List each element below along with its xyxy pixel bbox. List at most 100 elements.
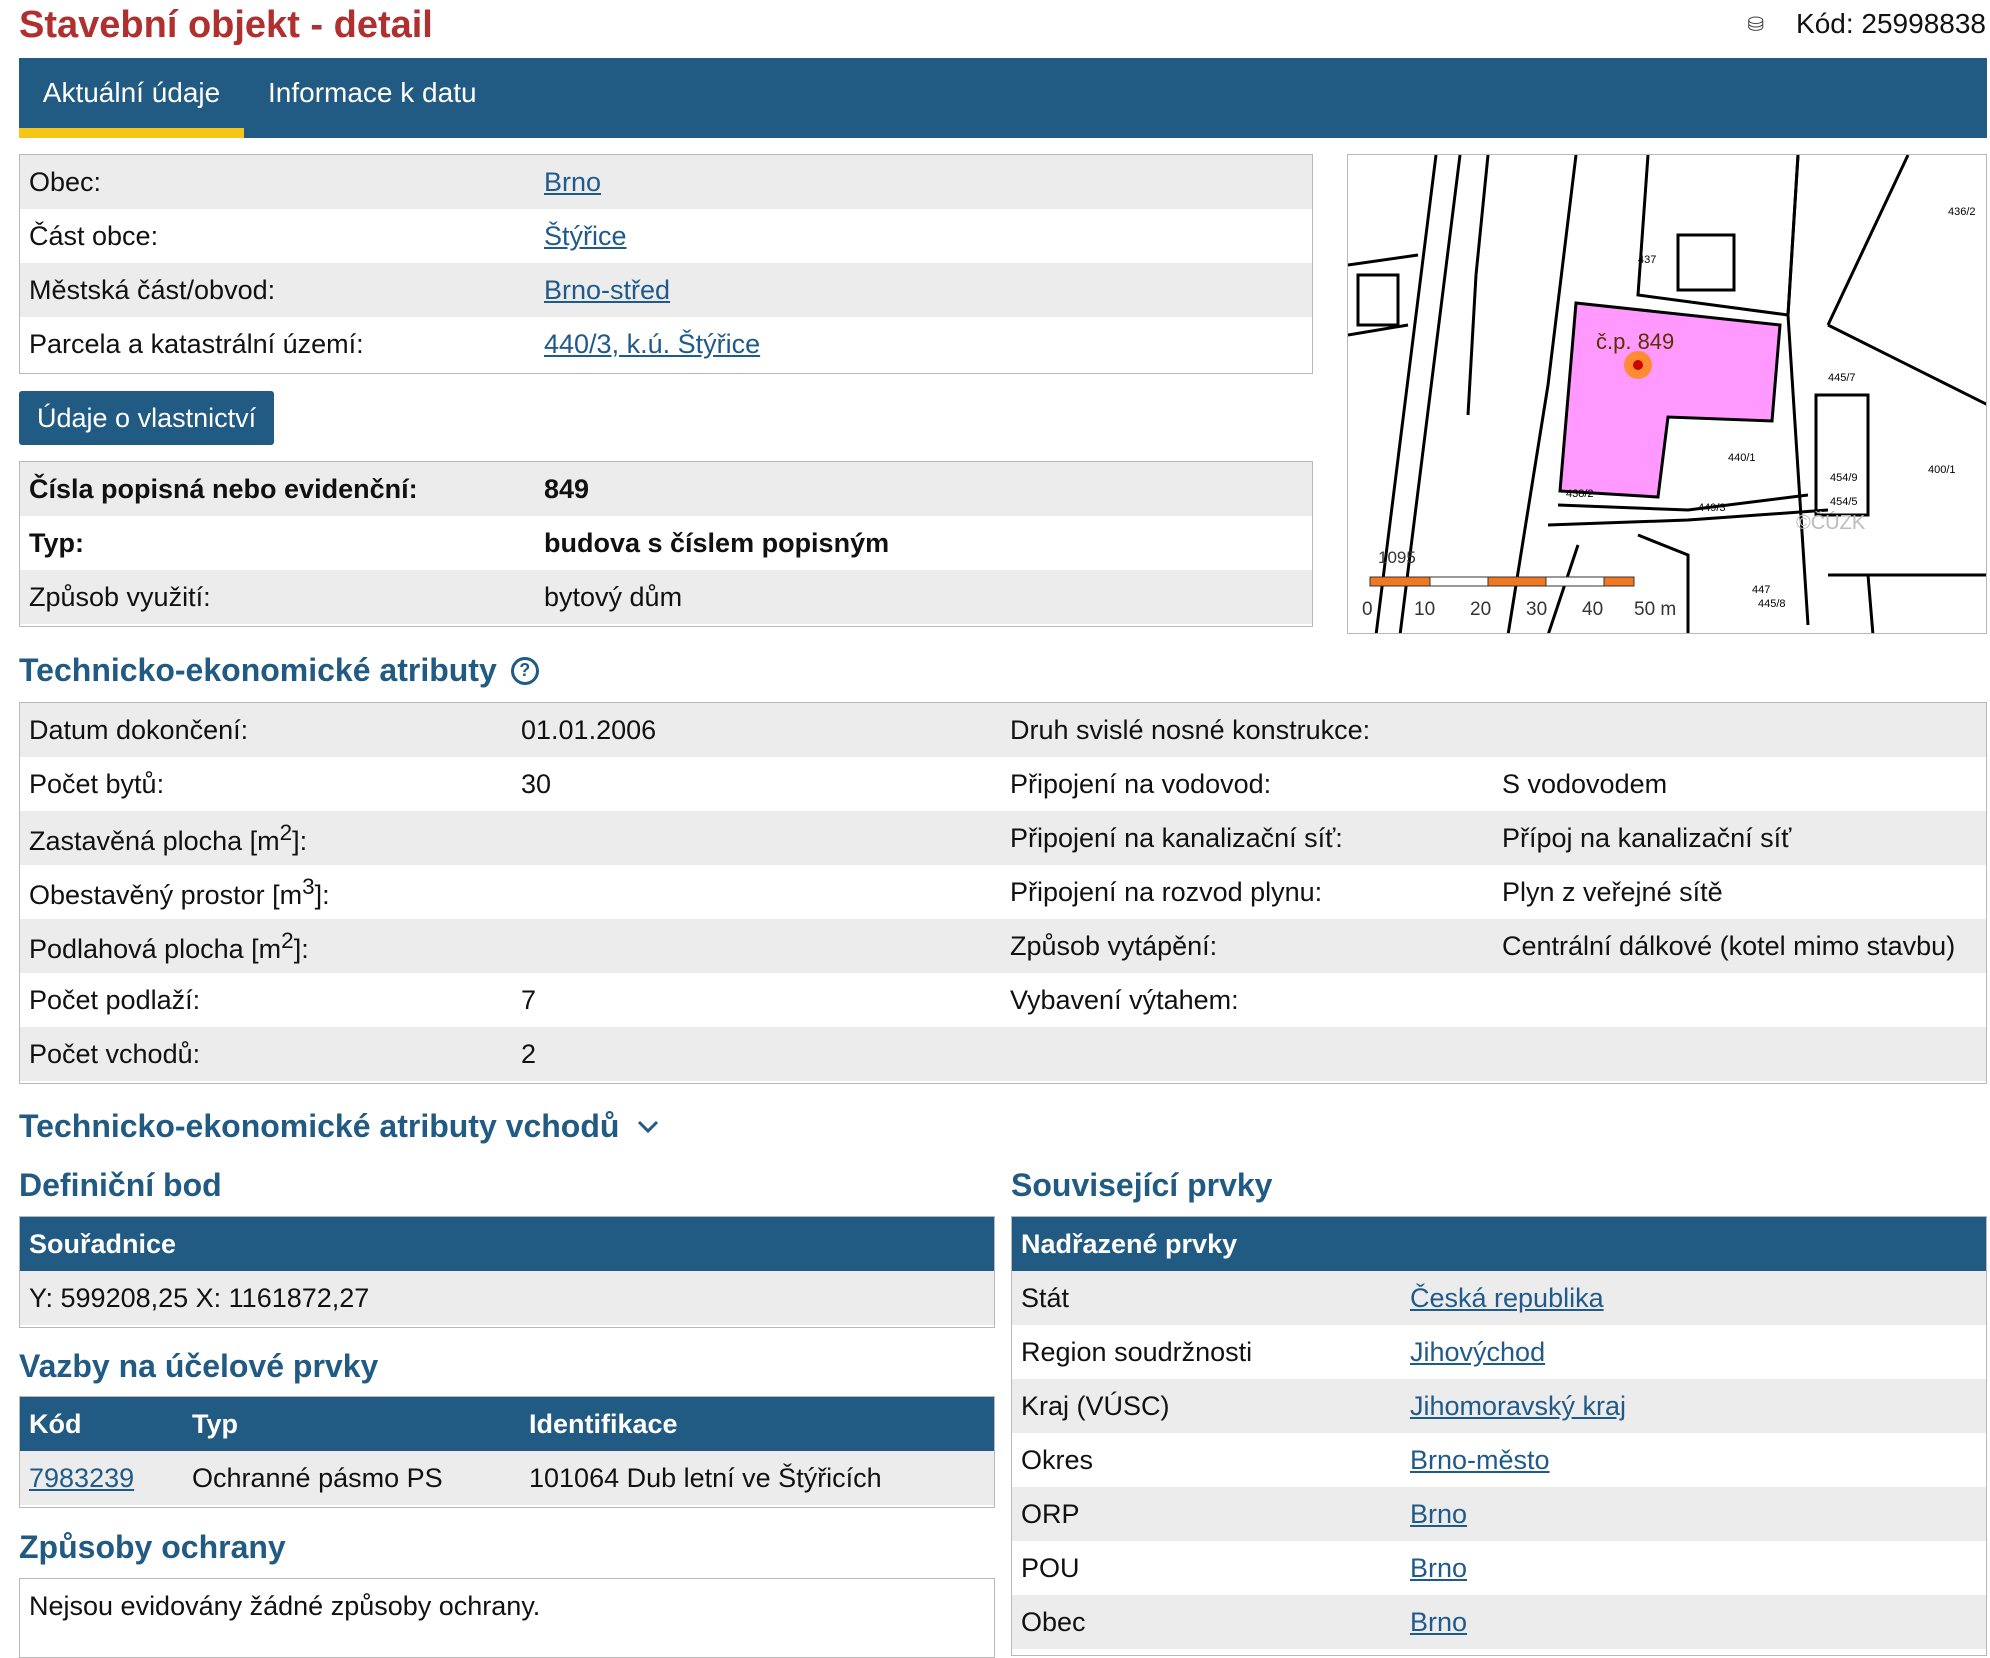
parent-elements-header: Nadřazené prvky [1021,1229,1238,1259]
table-row: Datum dokončení: 01.01.2006 Druh svislé … [20,703,1986,757]
map-line [1866,574,1875,633]
tech-entrances-title: Technicko-ekonomické atributy vchodů [19,1108,620,1144]
tech-title-text: Technicko-ekonomické atributy [19,652,497,688]
attr-label: Připojení na rozvod plynu: [1010,876,1323,907]
cadastral-map[interactable]: č.p. 849 437 454/9 454/5 440/1 438/2 449… [1347,154,1987,634]
parcel-label: 438/2 [1566,488,1594,500]
table-row: Parcela a katastrální území: 440/3, k.ú.… [20,317,1312,371]
map-line [1474,155,1490,276]
link-obec[interactable]: Brno [544,167,601,198]
table-row: ORP Brno [1012,1487,1986,1541]
col-header-type: Typ [192,1409,238,1439]
related-label: ORP [1021,1498,1080,1529]
object-code: ⛁ Kód: 25998838 [1747,8,1986,40]
parcel-label: 445/7 [1828,372,1856,384]
attr-label: Druh svislé nosné konstrukce: [1010,714,1371,745]
vazby-title: Vazby na účelové prvky [19,1348,379,1384]
attr-value: 30 [521,768,552,799]
link-kraj[interactable]: Jihomoravský kraj [1410,1391,1626,1422]
zpusoby-ochrany-box: Nejsou evidovány žádné způsoby ochrany. [19,1578,995,1658]
table-row: Nejsou evidovány žádné způsoby ochrany. [20,1579,994,1633]
table-row: Podlahová plocha [m2]: Způsob vytápění: … [20,919,1986,973]
location-label: Parcela a katastrální území: [29,328,364,359]
attr-label: Připojení na vodovod: [1010,768,1272,799]
parcel-label: 454/9 [1830,472,1858,484]
attr-value: 7 [521,984,537,1015]
attr-value: Plyn z veřejné sítě [1502,876,1723,907]
vazba-type: Ochranné pásmo PS [192,1462,443,1493]
link-okres[interactable]: Brno-město [1410,1445,1550,1476]
link-region[interactable]: Jihovýchod [1410,1337,1545,1368]
col-header-ident: Identifikace [529,1409,678,1439]
identity-value: 849 [544,473,590,504]
zpusoby-ochrany-value: Nejsou evidovány žádné způsoby ochrany. [29,1590,541,1621]
definition-point-title: Definiční bod [19,1167,222,1203]
parcel-label: 400/1 [1928,464,1956,476]
related-elements-table: Nadřazené prvky Stát Česká republika Reg… [1011,1216,1987,1656]
table-header: Kód Typ Identifikace [20,1397,994,1451]
attr-label: Připojení na kanalizační síť: [1010,822,1343,853]
related-label: Stát [1021,1282,1070,1313]
vazby-table: Kód Typ Identifikace 7983239 Ochranné pá… [19,1396,995,1508]
help-icon[interactable]: ? [510,656,539,685]
attr-value: 01.01.2006 [521,714,657,745]
attr-label-zastavena: Zastavěná plocha [m2]: [29,819,308,856]
table-header: Nadřazené prvky [1012,1217,1986,1271]
link-vazba-code[interactable]: 7983239 [29,1463,134,1494]
table-row: Stát Česká republika [1012,1271,1986,1325]
parcel-label: 445/8 [1758,598,1786,610]
table-row: Městská část/obvod: Brno-střed [20,263,1312,317]
tech-entrances-toggle[interactable]: Technicko-ekonomické atributy vchodů [19,1108,659,1145]
ownership-button[interactable]: Údaje o vlastnictví [19,391,275,445]
table-row: Obec: Brno [20,155,1312,209]
identity-label: Čísla popisná nebo evidenční: [29,473,418,504]
attr-value: Přípoj na kanalizační síť [1502,822,1792,853]
location-label: Městská část/obvod: [29,274,276,305]
location-table: Obec: Brno Část obce: Štýřice Městská čá… [19,154,1313,374]
attr-value: Centrální dálkové (kotel mimo stavbu) [1502,930,1956,961]
tab-info-by-date[interactable]: Informace k datu [268,58,477,138]
parcel-label: 449/3 [1698,502,1726,514]
map-watermark: ©ČÚZK [1796,511,1866,534]
location-label: Část obce: [29,220,159,251]
attr-label: Počet podlaží: [29,984,201,1015]
link-orp[interactable]: Brno [1410,1499,1467,1530]
link-mestska-cast[interactable]: Brno-střed [544,275,670,306]
map-building [1676,233,1736,292]
attr-label: Počet vchodů: [29,1038,201,1069]
link-obec-related[interactable]: Brno [1410,1607,1467,1638]
tab-current-data[interactable]: Aktuální údaje [19,58,244,138]
coordinates-header: Souřadnice [29,1229,177,1259]
map-line [1786,155,1810,626]
chevron-down-icon [638,1120,659,1133]
database-icon: ⛁ [1747,13,1765,36]
table-row: Kraj (VÚSC) Jihomoravský kraj [1012,1379,1986,1433]
attr-label: Počet bytů: [29,768,165,799]
definition-point-table: Souřadnice Y: 599208,25 X: 1161872,27 [19,1216,995,1328]
table-row: Zastavěná plocha [m2]: Připojení na kana… [20,811,1986,865]
table-row: Typ: budova s číslem popisným [20,516,1312,570]
map-line [1826,155,1910,326]
tech-section-title: Technicko-ekonomické atributy ? [19,652,539,689]
related-elements-title: Související prvky [1011,1167,1273,1203]
map-line [1557,493,1809,512]
tab-bar: Aktuální údaje Informace k datu [19,58,1987,138]
link-cast-obce[interactable]: Štýřice [544,221,627,252]
map-line [1827,323,1986,406]
object-code-text: Kód: 25998838 [1796,8,1986,39]
attr-label-obestaveny: Obestavěný prostor [m3]: [29,873,330,910]
link-stat[interactable]: Česká republika [1410,1283,1604,1314]
map-line [1547,508,1829,527]
definition-point-center [1633,360,1643,370]
map-line [1348,253,1419,267]
map-line [1466,274,1478,416]
link-pou[interactable]: Brno [1410,1553,1467,1584]
map-scale-bar [1369,576,1635,587]
location-label: Obec: [29,166,102,197]
attr-value: S vodovodem [1502,768,1668,799]
parcel-label: 454/5 [1830,496,1858,508]
table-row: Část obce: Štýřice [20,209,1312,263]
table-row: 7983239 Ochranné pásmo PS 101064 Dub let… [20,1451,994,1505]
link-parcela[interactable]: 440/3, k.ú. Štýřice [544,329,760,360]
identity-label: Typ: [29,527,84,558]
